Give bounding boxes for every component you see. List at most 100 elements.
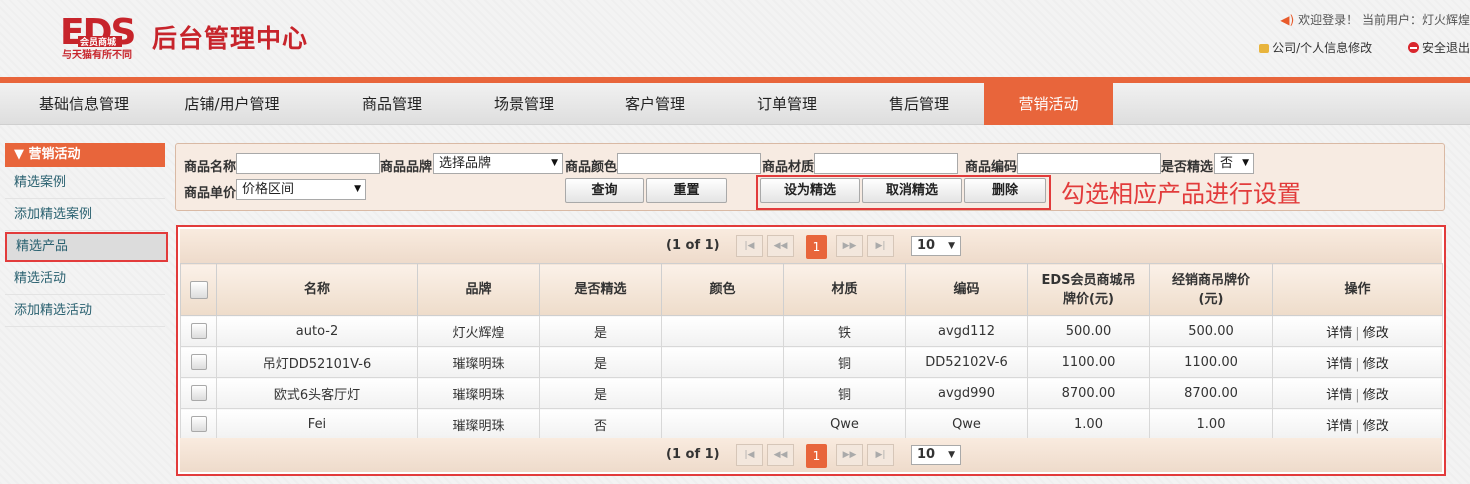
row-select-cell xyxy=(180,377,217,409)
page-size-value: 10 xyxy=(917,447,936,462)
profile-link[interactable]: 公司/个人信息修改 xyxy=(1259,39,1372,56)
first-page-icon[interactable]: |◀ xyxy=(736,235,763,257)
current-page[interactable]: 1 xyxy=(806,235,827,259)
cell-name: auto-2 xyxy=(216,315,418,347)
nav-product[interactable]: 商品管理 xyxy=(326,83,458,125)
link-separator: | xyxy=(1355,418,1360,434)
logout-link-label: 安全退出 xyxy=(1421,41,1470,55)
reset-button[interactable]: 重置 xyxy=(646,178,727,203)
query-button[interactable]: 查询 xyxy=(565,178,644,203)
sidebar-heading[interactable]: ▼ 营销活动 xyxy=(5,143,165,167)
sidebar-item-featured-cases[interactable]: 精选案例 xyxy=(5,167,165,199)
color-label: 商品颜色 xyxy=(565,160,618,175)
detail-link[interactable]: 详情 xyxy=(1326,326,1352,341)
row-checkbox[interactable] xyxy=(190,416,207,432)
row-checkbox[interactable] xyxy=(190,385,207,401)
brand-select[interactable]: 选择品牌 ▼ xyxy=(433,153,563,174)
next-page-icon[interactable]: ▶▶ xyxy=(836,444,863,466)
sidebar: ▼ 营销活动 精选案例 添加精选案例 精选产品 精选活动 添加精选活动 xyxy=(5,143,168,327)
logout-link[interactable]: 安全退出 xyxy=(1407,39,1470,56)
detail-link[interactable]: 详情 xyxy=(1326,357,1352,372)
nav-basic-info[interactable]: 基础信息管理 xyxy=(0,83,168,125)
cell-eds-price: 8700.00 xyxy=(1027,377,1150,409)
nav-order[interactable]: 订单管理 xyxy=(720,83,854,125)
product-name-label: 商品名称 xyxy=(184,160,237,175)
table-row: 吊灯DD52101V-6 璀璨明珠 是 铜 DD52102V-6 1100.00… xyxy=(180,346,1443,378)
current-page[interactable]: 1 xyxy=(806,444,827,468)
prev-page-icon[interactable]: ◀◀ xyxy=(767,235,794,257)
row-select-cell xyxy=(180,408,217,440)
featured-select[interactable]: 否 ▼ xyxy=(1214,153,1254,174)
set-featured-button[interactable]: 设为精选 xyxy=(760,178,860,203)
cell-featured: 是 xyxy=(539,346,662,378)
code-input[interactable] xyxy=(1017,153,1161,174)
price-range-select[interactable]: 价格区间 ▼ xyxy=(236,179,366,200)
nav-shop-user[interactable]: 店铺/用户管理 xyxy=(168,83,296,125)
cell-brand: 璀璨明珠 xyxy=(417,408,540,440)
cell-dealer-price: 1.00 xyxy=(1149,408,1273,440)
price-range-value: 价格区间 xyxy=(242,182,295,197)
material-input[interactable] xyxy=(814,153,958,174)
col-material[interactable]: 材质 xyxy=(783,263,906,316)
nav-marketing[interactable]: 营销活动 xyxy=(984,83,1113,125)
detail-link[interactable]: 详情 xyxy=(1326,419,1352,434)
cell-brand: 璀璨明珠 xyxy=(417,377,540,409)
col-color[interactable]: 颜色 xyxy=(661,263,784,316)
cancel-featured-button[interactable]: 取消精选 xyxy=(862,178,962,203)
edit-link[interactable]: 修改 xyxy=(1363,419,1389,434)
prev-page-icon[interactable]: ◀◀ xyxy=(767,444,794,466)
row-select-cell xyxy=(180,346,217,378)
profile-link-label: 公司/个人信息修改 xyxy=(1272,41,1373,55)
last-page-icon[interactable]: ▶| xyxy=(867,444,894,466)
logo-title: 后台管理中心 xyxy=(152,24,309,53)
edit-link[interactable]: 修改 xyxy=(1363,388,1389,403)
page-size-select[interactable]: 10 ▼ xyxy=(911,236,961,256)
header-links: 公司/个人信息修改 安全退出 xyxy=(1259,39,1470,56)
cell-dealer-price: 1100.00 xyxy=(1149,346,1273,378)
product-name-input[interactable] xyxy=(236,153,380,174)
cell-color xyxy=(661,346,784,378)
page-size-select[interactable]: 10 ▼ xyxy=(911,445,961,465)
col-eds-price[interactable]: EDS会员商城吊牌价(元) xyxy=(1027,263,1150,316)
col-dealer-price[interactable]: 经销商吊牌价(元) xyxy=(1149,263,1273,316)
nav-customer[interactable]: 客户管理 xyxy=(590,83,720,125)
cell-color xyxy=(661,408,784,440)
edit-link[interactable]: 修改 xyxy=(1363,326,1389,341)
lock-icon xyxy=(1259,44,1270,53)
cell-featured: 否 xyxy=(539,408,662,440)
edit-link[interactable]: 修改 xyxy=(1363,357,1389,372)
select-all-cell xyxy=(180,263,217,316)
cell-featured: 是 xyxy=(539,377,662,409)
row-select-cell xyxy=(180,315,217,347)
nav-after-sales[interactable]: 售后管理 xyxy=(854,83,984,125)
nav-scene[interactable]: 场景管理 xyxy=(458,83,590,125)
chevron-down-icon: ▼ xyxy=(948,241,955,251)
next-page-icon[interactable]: ▶▶ xyxy=(836,235,863,257)
detail-link[interactable]: 详情 xyxy=(1326,388,1352,403)
cell-featured: 是 xyxy=(539,315,662,347)
col-brand[interactable]: 品牌 xyxy=(417,263,540,316)
row-checkbox[interactable] xyxy=(190,354,207,370)
row-checkbox[interactable] xyxy=(190,323,207,339)
col-name[interactable]: 名称 xyxy=(216,263,418,316)
delete-button[interactable]: 删除 xyxy=(964,178,1046,203)
cell-code: avgd990 xyxy=(905,377,1028,409)
brand-label: 商品品牌 xyxy=(380,160,433,175)
sidebar-item-add-featured-event[interactable]: 添加精选活动 xyxy=(5,295,165,327)
welcome-message: ◀) 欢迎登录！ 当前用户：灯火辉煌 xyxy=(1280,11,1470,28)
cell-material: 铜 xyxy=(783,346,906,378)
first-page-icon[interactable]: |◀ xyxy=(736,444,763,466)
cell-code: DD52102V-6 xyxy=(905,346,1028,378)
sidebar-item-add-featured-case[interactable]: 添加精选案例 xyxy=(5,199,165,231)
sidebar-item-featured-events[interactable]: 精选活动 xyxy=(5,263,165,295)
page-info: (1 of 1) xyxy=(666,447,720,462)
color-input[interactable] xyxy=(617,153,761,174)
brand-select-value: 选择品牌 xyxy=(439,156,492,171)
last-page-icon[interactable]: ▶| xyxy=(867,235,894,257)
chevron-down-icon: ▼ xyxy=(1242,158,1249,168)
col-actions: 操作 xyxy=(1272,263,1443,316)
col-featured[interactable]: 是否精选 xyxy=(539,263,662,316)
sidebar-item-featured-products[interactable]: 精选产品 xyxy=(5,232,168,262)
select-all-checkbox[interactable] xyxy=(189,280,208,299)
col-code[interactable]: 编码 xyxy=(905,263,1028,316)
